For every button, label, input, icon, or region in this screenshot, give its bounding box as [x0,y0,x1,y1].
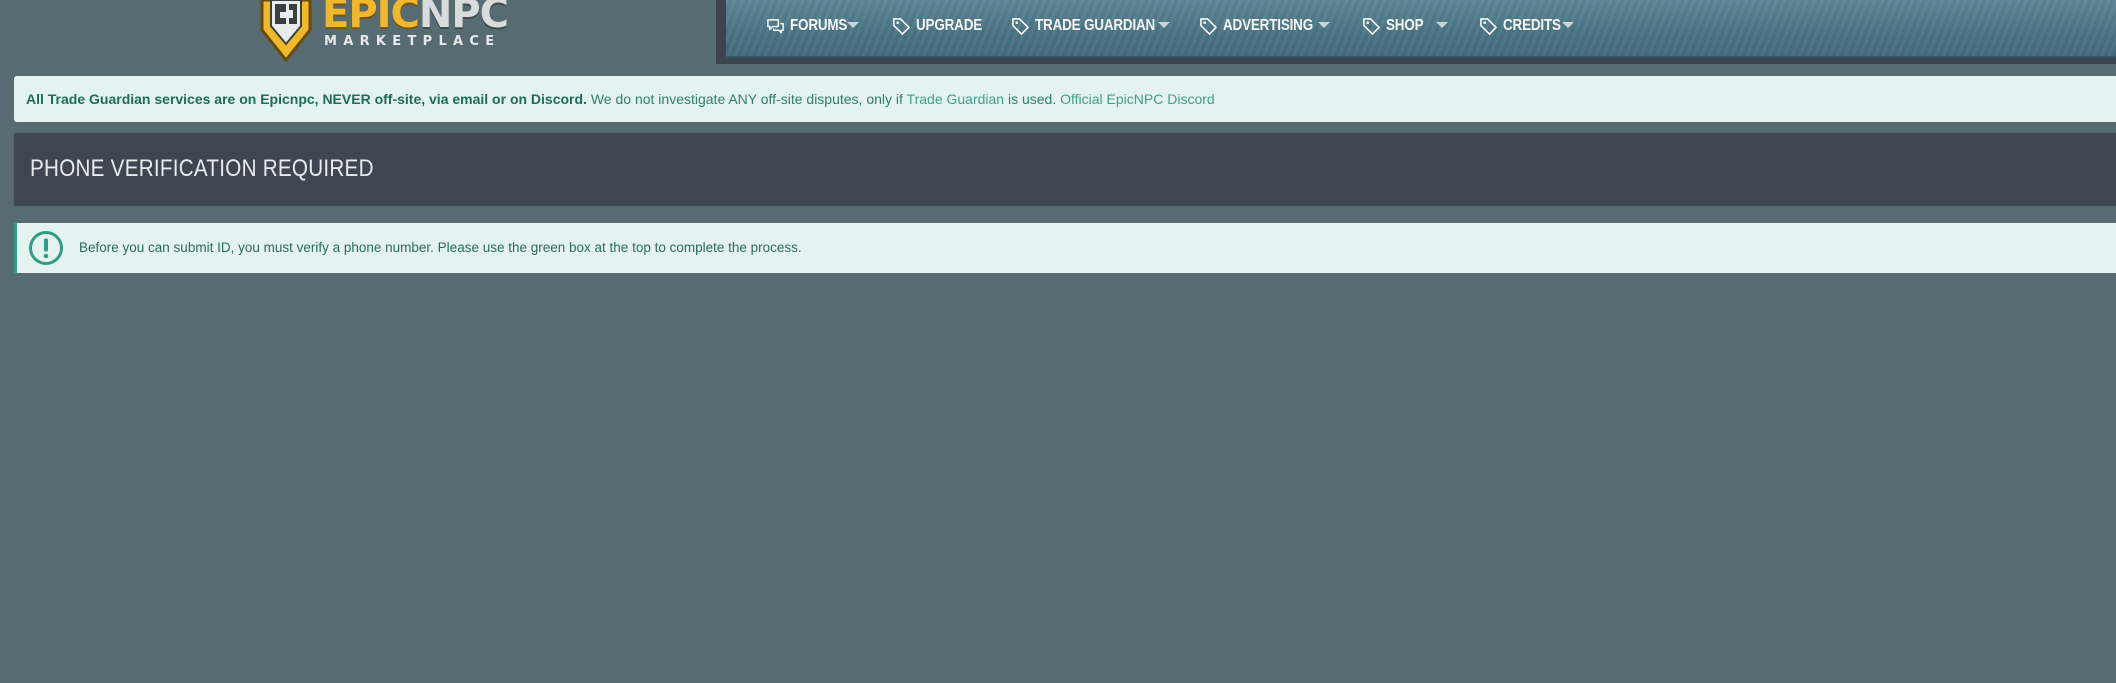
notice-text-2: is used. [1004,91,1061,107]
logo-tagline: MARKETPLACE [324,34,501,49]
nav-trade-guardian[interactable]: TRADE GUARDIAN [1011,0,1178,52]
notice-text-1: We do not investigate ANY off-site dispu… [586,91,907,107]
comments-icon [767,18,784,33]
advertising-dropdown-caret-icon[interactable] [1318,22,1330,28]
shield-logo-icon [260,0,312,62]
nav-trade-guardian-label: TRADE GUARDIAN [1035,17,1156,34]
nav-shop[interactable]: SHOP [1362,0,1431,52]
nav-container: FORUMS UPGRADE TRADE GUARDIAN ADVERTISIN… [716,0,2116,64]
nav-shop-label: SHOP [1386,17,1424,34]
nav-forums-label: FORUMS [790,17,848,34]
trade-guardian-notice: All Trade Guardian services are on Epicn… [14,76,2116,122]
page-title: PHONE VERIFICATION REQUIRED [30,155,374,182]
notice-bold-text: All Trade Guardian services are on Epicn… [26,91,587,107]
logo-epic-text: EPIC [322,0,420,37]
credits-dropdown-caret-icon[interactable] [1562,22,1574,28]
shop-dropdown-caret-icon[interactable] [1436,22,1448,28]
nav-advertising-label: ADVERTISING [1223,17,1314,34]
tag-icon [1012,17,1029,35]
epicnpc-logo[interactable]: EPICNPC MARKETPLACE [258,0,509,62]
official-discord-link[interactable]: Official EpicNPC Discord [1060,91,1215,107]
tag-icon [1480,17,1497,35]
nav-credits-label: CREDITS [1503,17,1561,34]
exclamation-circle-icon [29,231,63,265]
main-navbar: FORUMS UPGRADE TRADE GUARDIAN ADVERTISIN… [726,0,2116,58]
forums-dropdown-caret-icon[interactable] [847,22,859,28]
nav-forums[interactable]: FORUMS [766,0,858,52]
trade-guardian-dropdown-caret-icon[interactable] [1158,22,1170,28]
trade-guardian-link[interactable]: Trade Guardian [907,91,1005,107]
phone-verification-alert: Before you can submit ID, you must verif… [14,223,2116,273]
nav-upgrade-label: UPGRADE [916,17,983,34]
tag-icon [1363,17,1380,35]
logo-npc-text: NPC [418,0,509,37]
nav-advertising[interactable]: ADVERTISING [1199,0,1330,52]
page-title-bar: PHONE VERIFICATION REQUIRED [13,132,2116,207]
tag-icon [1200,17,1217,35]
logo-wordmark: EPICNPC [322,0,509,37]
nav-upgrade[interactable]: UPGRADE [892,0,995,52]
tag-icon [893,17,910,35]
nav-credits[interactable]: CREDITS [1479,0,1572,52]
alert-message: Before you can submit ID, you must verif… [79,240,802,255]
